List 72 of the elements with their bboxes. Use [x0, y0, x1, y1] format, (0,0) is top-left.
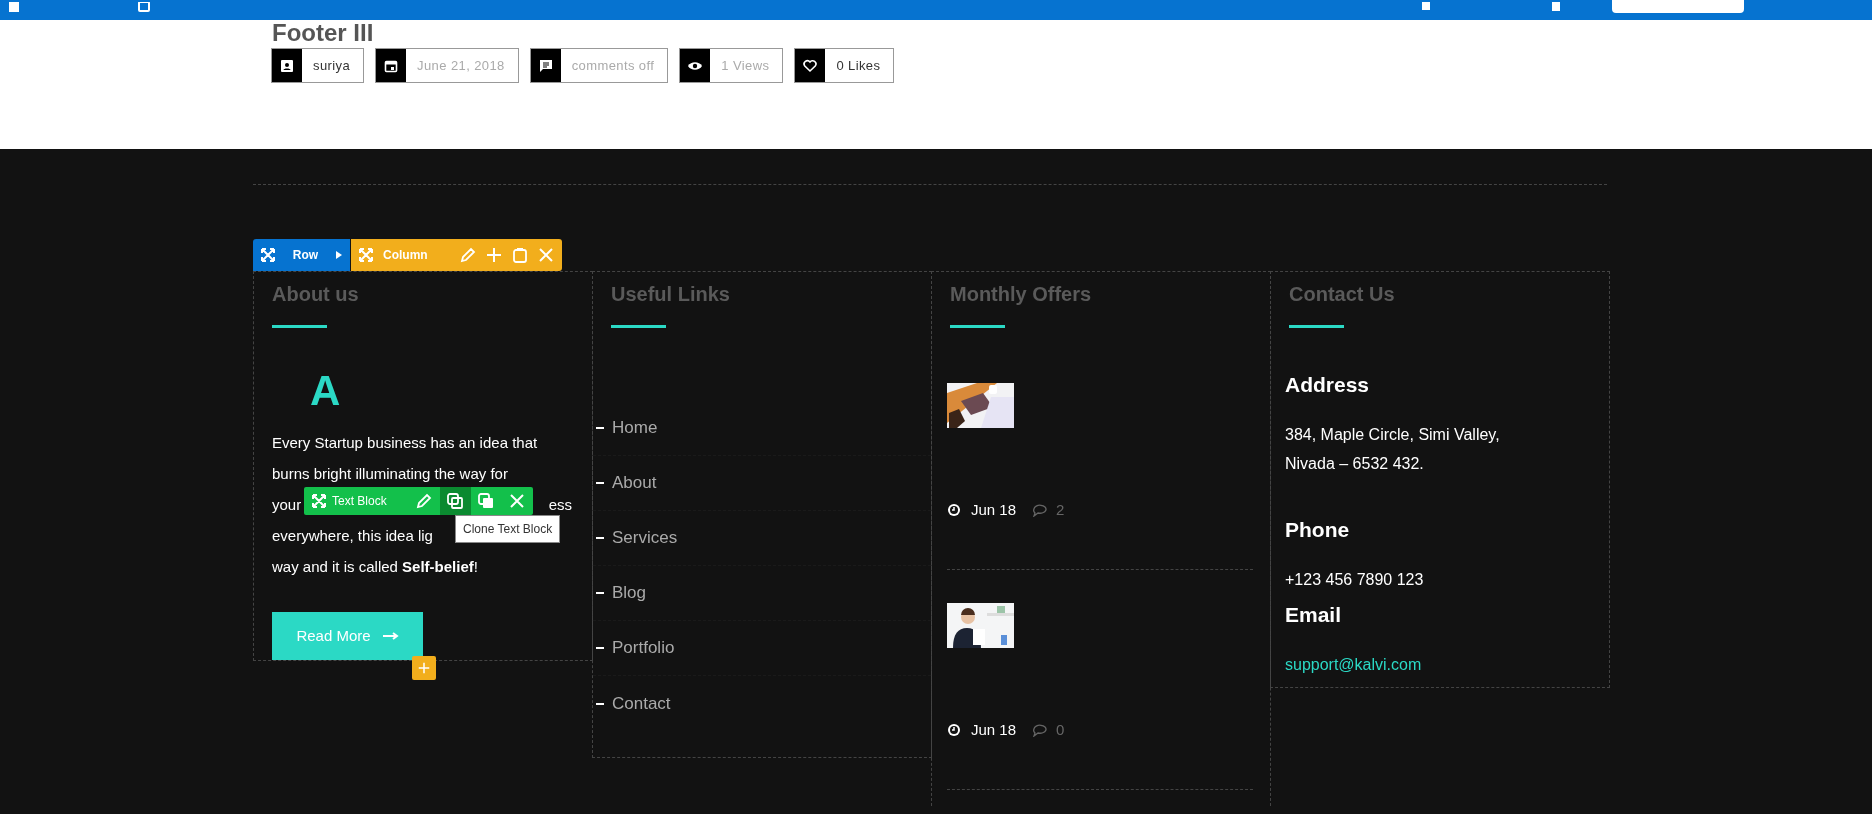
- move-icon[interactable]: [359, 248, 373, 262]
- heading-underline: [1289, 325, 1344, 328]
- clone-button[interactable]: [439, 487, 471, 515]
- pencil-icon: [416, 493, 433, 509]
- plus-icon: [485, 247, 502, 263]
- footer-link[interactable]: Services: [593, 511, 931, 566]
- post-date: Jun 18: [971, 719, 1017, 740]
- person-icon: [280, 58, 294, 73]
- meta-text: suriya: [312, 57, 352, 75]
- paragraph-text: burns bright illuminating the way for: [272, 464, 508, 484]
- comment-icon: [1032, 503, 1049, 517]
- heart-icon: [803, 58, 818, 73]
- paragraph-text: Every Startup business has an idea that: [272, 433, 538, 453]
- post-date: Jun 18: [971, 499, 1017, 520]
- close-icon: [509, 493, 526, 509]
- copy-icon: [478, 493, 495, 509]
- contact-label: Address: [1285, 372, 1371, 398]
- contact-text: +123 456 7890 123: [1285, 570, 1425, 590]
- move-icon: [261, 248, 275, 262]
- meta-text: comments off: [570, 57, 656, 75]
- contact-text: 384, Maple Circle, Simi Valley, Nivada – 6532 432.: [1285, 425, 1501, 474]
- contact-label: Phone: [1285, 517, 1351, 543]
- calendar-icon: [384, 58, 399, 73]
- contact-label: Email: [1285, 602, 1343, 628]
- pencil-icon: [459, 247, 476, 263]
- post-title: Footer III: [272, 19, 374, 47]
- logo-letter: A: [310, 366, 342, 416]
- meta-text: June 21, 2018: [416, 57, 506, 75]
- comment-count: 0: [1056, 719, 1065, 740]
- add-button[interactable]: [412, 656, 436, 680]
- column-heading: Monthly Offers: [950, 282, 1093, 307]
- heading-underline: [950, 325, 1005, 328]
- copy-icon: [447, 493, 464, 509]
- footer-link[interactable]: Contact: [593, 676, 931, 731]
- email-link[interactable]: support@kalvi.com: [1285, 656, 1422, 673]
- paragraph-text: way and it is called Self-belief!: [272, 557, 478, 577]
- caret-icon: [336, 251, 342, 259]
- column-label: Column: [383, 247, 428, 264]
- toolbar-icon[interactable]: [1550, 2, 1562, 14]
- meta-text: 1 Views: [720, 57, 771, 75]
- plus-icon: [418, 660, 430, 676]
- paragraph-text: ess: [548, 495, 572, 515]
- clipboard-icon: [511, 247, 528, 263]
- comment-icon: [538, 58, 553, 73]
- heading-underline: [272, 325, 327, 328]
- footer-link[interactable]: About: [593, 456, 931, 511]
- paragraph-text: everywhere, this idea lig: [272, 526, 433, 546]
- comment-icon: [1032, 723, 1049, 737]
- footer-link[interactable]: Home: [593, 401, 931, 456]
- column-heading: Useful Links: [611, 282, 731, 307]
- paragraph-text: your: [272, 495, 302, 515]
- toolbar-icon[interactable]: [8, 2, 20, 14]
- add-button[interactable]: [485, 247, 502, 263]
- close-icon: [537, 247, 554, 263]
- column-heading: Contact Us: [1289, 282, 1396, 307]
- meta-text: 0 Likes: [835, 57, 882, 75]
- clock-icon: [947, 723, 961, 737]
- tooltip: Clone Text Block: [455, 515, 561, 543]
- comment-count: 2: [1056, 499, 1065, 520]
- close-button[interactable]: [537, 247, 554, 263]
- column-heading: About us: [272, 282, 360, 307]
- heading-underline: [611, 325, 666, 328]
- text-block-label: Text Block: [332, 493, 387, 510]
- row-handle[interactable]: Row: [253, 239, 350, 271]
- clock-icon: [947, 503, 961, 517]
- footer-link[interactable]: Portfolio: [593, 621, 931, 676]
- arrow-icon: [382, 632, 399, 640]
- edit-button[interactable]: [459, 247, 476, 263]
- toolbar-icon[interactable]: [138, 2, 150, 14]
- move-icon[interactable]: [312, 494, 326, 508]
- clipboard-button[interactable]: [511, 247, 528, 263]
- footer-link[interactable]: Blog: [593, 566, 931, 621]
